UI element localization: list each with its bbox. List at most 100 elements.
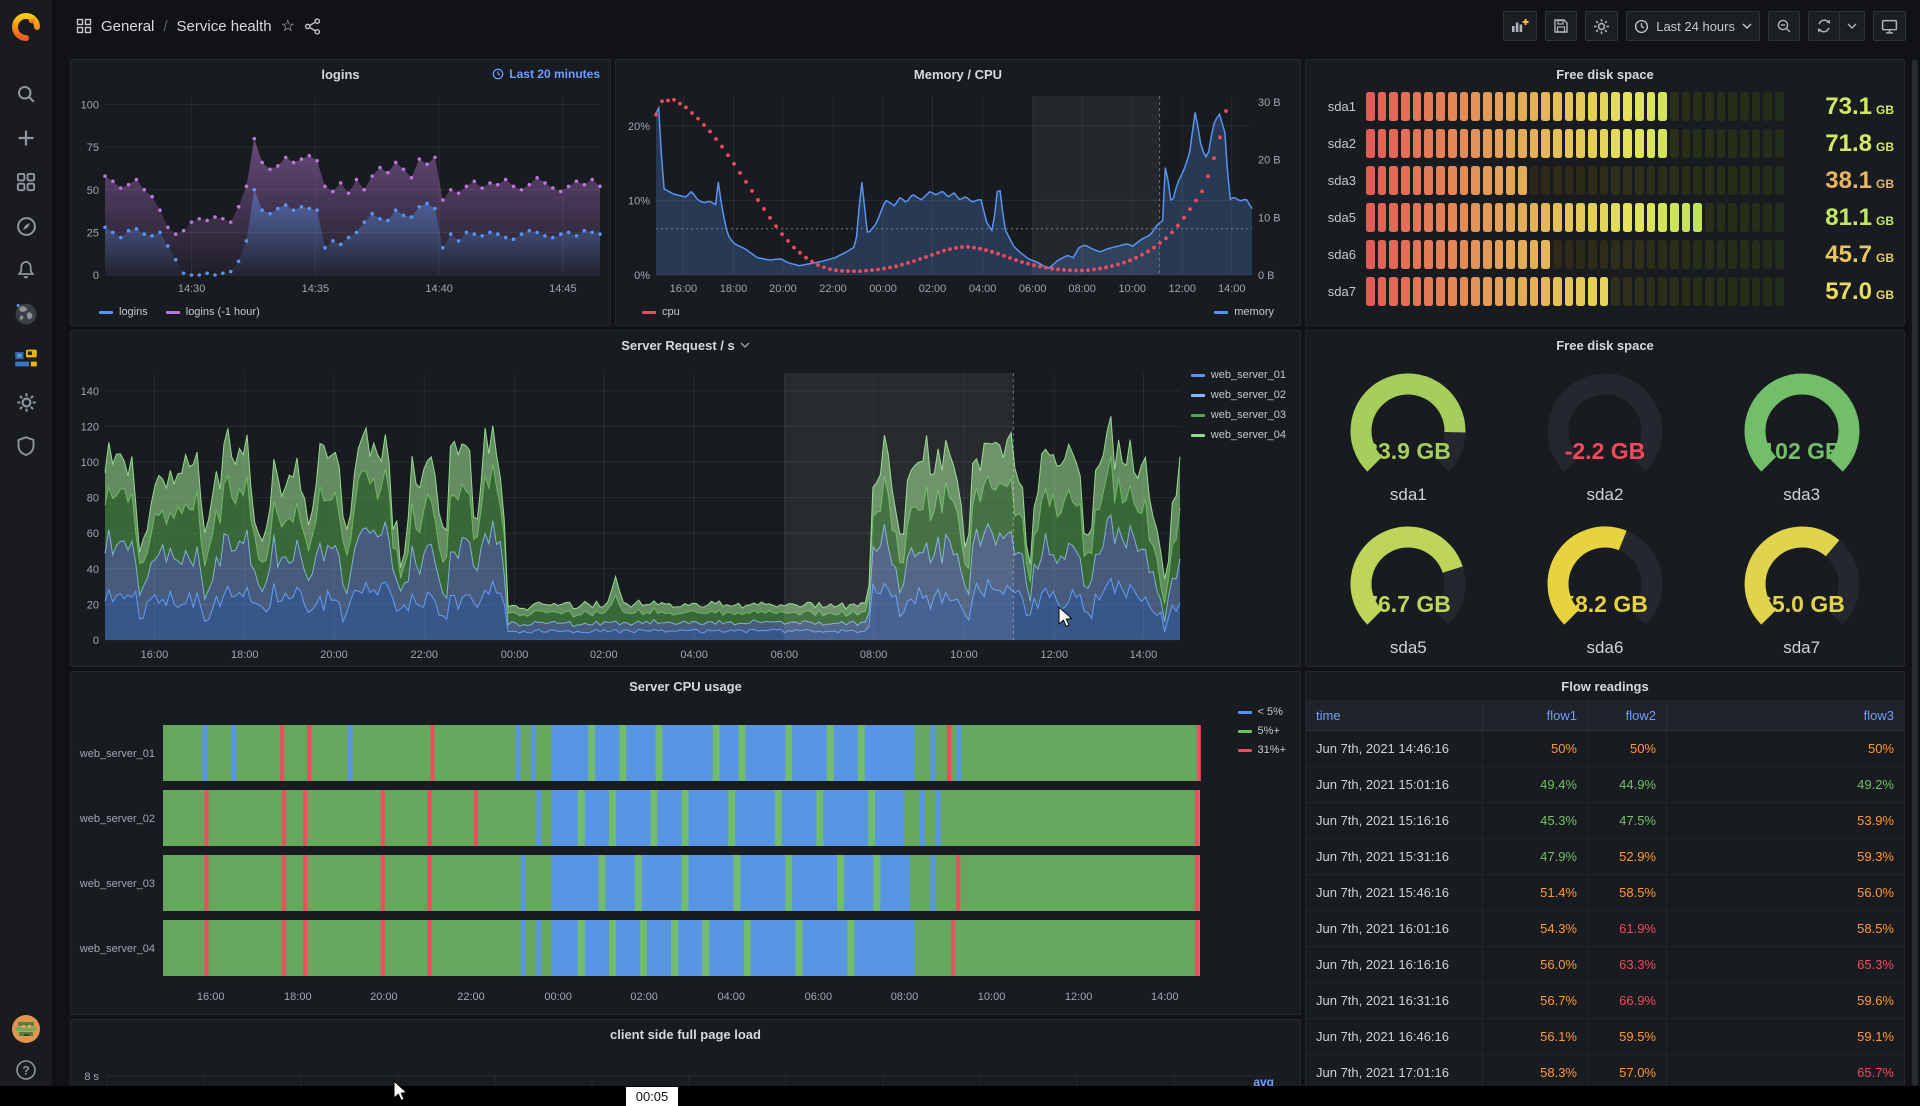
refresh-interval-button[interactable] [1840,11,1865,41]
breadcrumb-folder[interactable]: General [101,18,154,35]
tv-mode-button[interactable] [1873,11,1906,41]
disk-unit: GB [1876,140,1894,154]
shield-icon [16,436,36,456]
disk-unit: GB [1876,103,1894,117]
cpu-usage-timeline[interactable]: web_server_01web_server_02web_server_03w… [71,700,1300,1014]
sidebar-item-server-admin[interactable] [0,424,52,468]
dashboard-settings-button[interactable] [1585,11,1618,41]
user-avatar[interactable] [11,1014,41,1044]
gauge: 65.0 GBsda7 [1703,513,1900,667]
cell-flow3: 53.9% [1666,803,1904,838]
svg-text:02:00: 02:00 [590,649,618,661]
help-icon[interactable]: ? [14,1058,38,1082]
legend-item[interactable]: cpu [642,306,680,318]
gauge-label: sda6 [1587,638,1624,658]
legend-item[interactable]: web_server_02 [1191,389,1286,401]
panel-title-free-disk-bars[interactable]: Free disk space [1556,67,1654,82]
svg-text:20:00: 20:00 [320,649,348,661]
legend-item[interactable]: memory [1214,306,1274,318]
svg-text:14:40: 14:40 [425,283,453,295]
panel-title-flow-readings[interactable]: Flow readings [1561,679,1648,694]
svg-text:20%: 20% [628,121,650,133]
column-header-time[interactable]: time [1306,708,1482,723]
panel-menu-chevron-icon[interactable] [740,342,750,348]
sidebar-item-explore[interactable] [0,204,52,248]
legend-item[interactable]: web_server_04 [1191,429,1286,441]
cell-flow3: 59.1% [1666,1019,1904,1054]
svg-text:?: ? [22,1064,29,1078]
legend-item[interactable]: 5%+ [1238,725,1286,737]
svg-text:06:00: 06:00 [771,649,799,661]
sidebar-item-configuration[interactable] [0,380,52,424]
sidebar-item-globe-plugin[interactable] [0,292,52,336]
add-panel-button[interactable] [1503,11,1537,41]
server-request-chart[interactable]: 02040608010012014016:0018:0020:0022:0000… [71,359,1300,666]
cell-flow2: 44.9% [1587,767,1666,802]
svg-text:14:30: 14:30 [178,283,206,295]
gauge-label: sda3 [1783,485,1820,505]
share-icon[interactable] [304,18,321,35]
sidebar-item-search[interactable] [0,72,52,116]
panel-title-logins[interactable]: logins [321,67,359,82]
gauge-label: sda2 [1587,485,1624,505]
legend-item[interactable]: 31%+ [1238,744,1286,756]
dashboard-grid-icon [76,18,92,34]
cell-time: Jun 7th, 2021 16:31:16 [1306,993,1482,1008]
column-header-flow2[interactable]: flow2 [1587,700,1666,730]
column-header-flow3[interactable]: flow3 [1666,700,1904,730]
sidebar-item-dashboards[interactable] [0,160,52,204]
disk-value: 57.0 [1825,278,1872,305]
time-shift-link[interactable]: Last 20 minutes [492,60,600,88]
gauge: 83.9 GBsda1 [1310,359,1507,513]
star-icon[interactable]: ☆ [281,16,295,36]
panel-title-cpu-usage[interactable]: Server CPU usage [629,679,742,694]
cell-time: Jun 7th, 2021 15:01:16 [1306,777,1482,792]
legend-label: logins (-1 hour) [186,306,260,318]
disk-label: sda3 [1314,173,1356,188]
column-header-flow1[interactable]: flow1 [1482,700,1587,730]
legend-item[interactable]: logins [99,306,148,318]
panel-server-request: Server Request / s 02040608010012014016:… [70,330,1301,667]
legend-item[interactable]: web_server_01 [1191,369,1286,381]
dashboards-grid-icon [16,172,36,192]
svg-text:10:00: 10:00 [978,991,1006,1003]
sidebar-item-create[interactable] [0,116,52,160]
cell-flow2: 66.9% [1587,983,1666,1018]
svg-text:20:00: 20:00 [370,991,398,1003]
sidebar-item-alerting[interactable] [0,248,52,292]
legend-label: web_server_02 [1211,389,1286,401]
legend-chip [1238,711,1252,714]
page-scrollbar[interactable] [1912,59,1918,1086]
cell-time: Jun 7th, 2021 15:16:16 [1306,813,1482,828]
disk-unit: GB [1876,177,1894,191]
disk-value: 71.8 [1825,130,1872,157]
legend-label: memory [1234,306,1274,318]
zoom-out-button[interactable] [1768,11,1800,41]
legend-chip [1191,434,1205,437]
legend-item[interactable]: logins (-1 hour) [166,306,260,318]
video-scrubber-bar[interactable] [0,1086,1920,1106]
refresh-button[interactable] [1808,11,1840,41]
panel-free-disk-bars: Free disk space sda173.1GBsda271.8GBsda3… [1305,59,1905,326]
breadcrumb-dashboard[interactable]: Service health [177,18,272,35]
grafana-logo-icon[interactable] [11,12,41,42]
panel-title-free-disk-gauges[interactable]: Free disk space [1556,338,1654,353]
disk-unit: GB [1876,251,1894,265]
disk-cells [1366,129,1784,158]
logins-chart[interactable]: 025507510014:3014:3514:4014:45 [71,88,610,299]
legend-item[interactable]: < 5% [1238,706,1286,718]
cell-flow3: 50% [1666,731,1904,766]
panel-title-server-request[interactable]: Server Request / s [621,338,734,353]
panel-title-memory-cpu[interactable]: Memory / CPU [914,67,1002,82]
memory-cpu-chart[interactable]: 0%10%20%0 B10 B20 B30 B16:0018:0020:0022… [616,88,1300,299]
search-icon [16,84,36,104]
table-row: Jun 7th, 2021 16:01:1654.3%61.9%58.5% [1306,911,1904,947]
sidebar-item-app-plugin[interactable] [0,336,52,380]
table-row: Jun 7th, 2021 15:16:1645.3%47.5%53.9% [1306,803,1904,839]
panel-title-page-load[interactable]: client side full page load [610,1027,761,1042]
disk-bar-gauge: sda173.1GBsda271.8GBsda338.1GBsda581.1GB… [1306,88,1904,310]
time-range-picker[interactable]: Last 24 hours [1626,11,1760,41]
legend-item[interactable]: web_server_03 [1191,409,1286,421]
save-dashboard-button[interactable] [1545,11,1577,41]
svg-text:30 B: 30 B [1258,97,1281,109]
